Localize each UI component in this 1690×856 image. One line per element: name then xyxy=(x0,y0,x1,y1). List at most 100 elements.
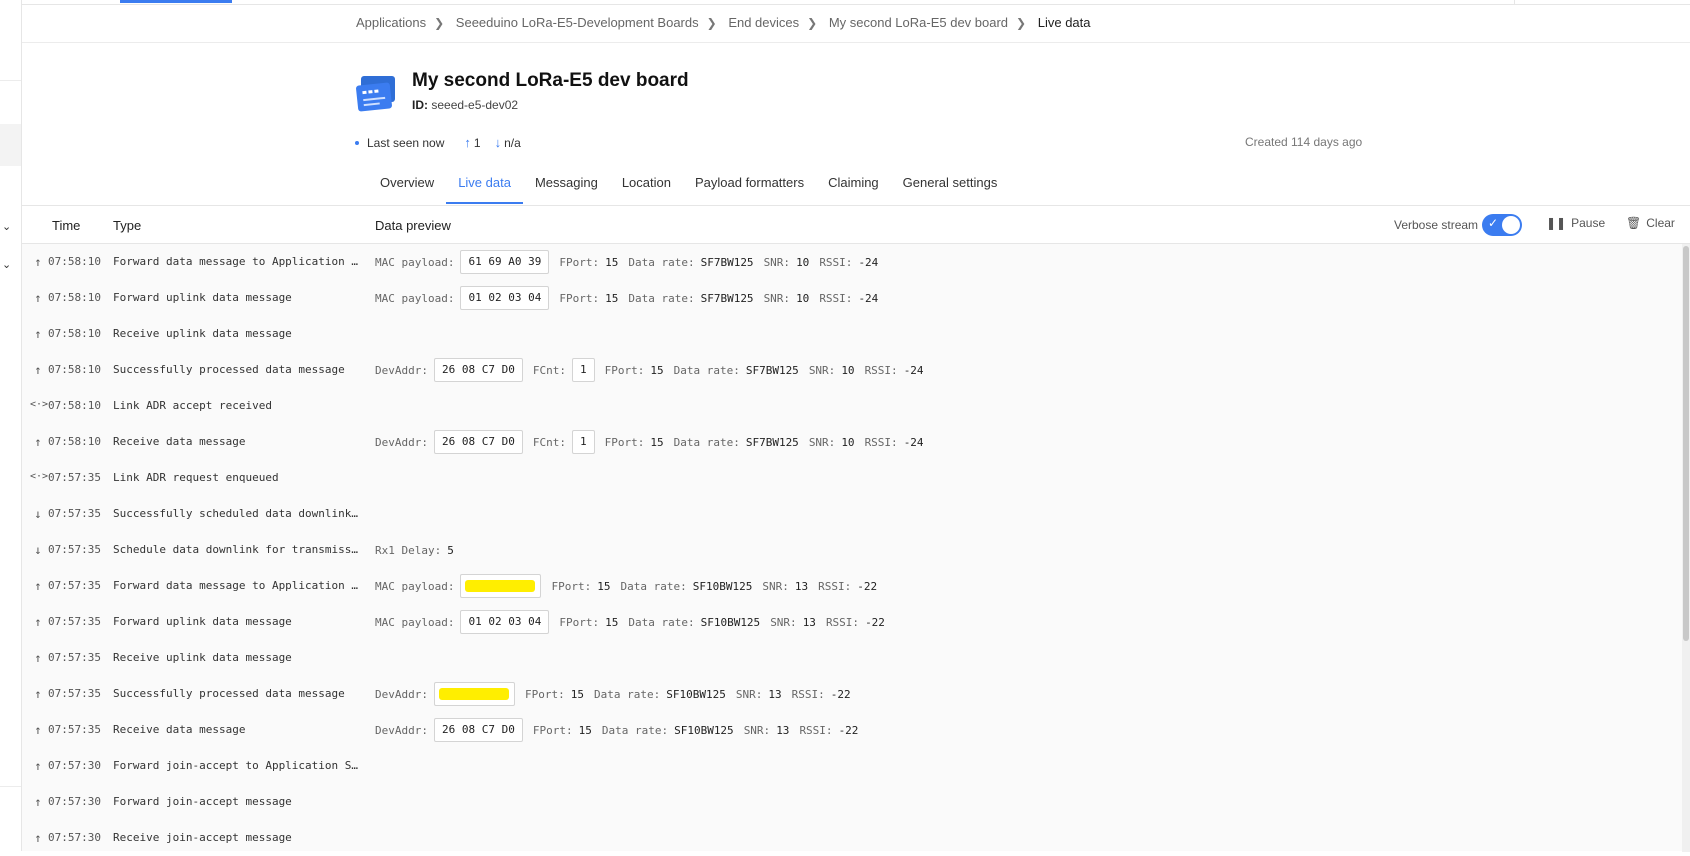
preview-key: SNR: xyxy=(808,435,836,449)
event-preview: MAC payload: 61 69 A0 39 FPort: 15 Data rate… xyxy=(375,248,888,276)
arrow-up-icon: ↑ xyxy=(34,363,42,377)
preview-key: RSSI: xyxy=(791,687,825,701)
chevron-down-icon[interactable]: ⌄ xyxy=(2,220,11,233)
preview-key: Data rate: xyxy=(628,615,695,629)
preview-key: Data rate: xyxy=(628,255,695,269)
chevron-right-icon: ❯ xyxy=(434,16,445,30)
table-row[interactable]: <·> 07:57:35 Link ADR request enqueued xyxy=(22,460,1690,496)
chevron-right-icon: ❯ xyxy=(807,16,818,30)
event-preview: MAC payload: FPort: 15 Data rate: SF10BW125 S… xyxy=(375,572,887,600)
tab-live-data[interactable]: Live data xyxy=(446,176,523,204)
preview-value: 15 xyxy=(597,579,611,593)
arrow-up-icon: ↑ xyxy=(34,435,42,449)
preview-value-box[interactable]: 01 02 03 04 xyxy=(460,610,550,634)
sidebar-divider xyxy=(0,80,21,81)
verbose-stream-toggle[interactable]: ✓ xyxy=(1482,214,1522,236)
table-row[interactable]: ↑ 07:57:35 Receive data message DevAddr: 26 … xyxy=(22,712,1690,748)
event-type: Receive data message xyxy=(113,723,246,736)
table-row[interactable]: ↓ 07:57:35 Successfully scheduled data dow… xyxy=(22,496,1690,532)
tab-claiming[interactable]: Claiming xyxy=(816,176,891,204)
preview-value: SF10BW125 xyxy=(666,687,726,701)
event-type: Receive join-accept message xyxy=(113,831,292,844)
breadcrumb-item-application[interactable]: Seeeduino LoRa-E5-Development Boards xyxy=(456,15,699,30)
event-type: Receive uplink data message xyxy=(113,327,292,340)
event-time: 07:57:35 xyxy=(48,615,101,628)
table-row[interactable]: ↑ 07:57:35 Successfully processed data mes… xyxy=(22,676,1690,712)
table-header: Time Type Data preview Verbose stream ✓ … xyxy=(22,206,1690,244)
preview-value: 5 xyxy=(447,543,454,557)
table-row[interactable]: ↑ 07:58:10 Receive data message DevAddr: 26 … xyxy=(22,424,1690,460)
table-row[interactable]: ↑ 07:57:35 Forward uplink data message MAC … xyxy=(22,604,1690,640)
preview-value-box[interactable]: 01 02 03 04 xyxy=(460,286,550,310)
preview-key: FPort: xyxy=(559,255,600,269)
tab-overview[interactable]: Overview xyxy=(368,176,446,204)
preview-key: SNR: xyxy=(735,687,763,701)
event-time: 07:58:10 xyxy=(48,399,101,412)
event-preview: DevAddr: 26 08 C7 D0 FCnt: 1 FPort: 15 Data ra… xyxy=(375,428,934,456)
preview-value: 13 xyxy=(768,687,782,701)
event-preview: Rx1 Delay: 5 xyxy=(375,536,464,564)
preview-key: FCnt: xyxy=(532,363,566,377)
breadcrumb-item-device[interactable]: My second LoRa-E5 dev board xyxy=(829,15,1008,30)
event-type: Link ADR request enqueued xyxy=(113,471,279,484)
table-row[interactable]: ↑ 07:57:35 Forward data message to Applica… xyxy=(22,568,1690,604)
table-row[interactable]: ↑ 07:57:30 Forward join-accept message xyxy=(22,784,1690,820)
preview-key: RSSI: xyxy=(864,363,898,377)
preview-value-box[interactable]: 26 08 C7 D0 xyxy=(433,358,523,382)
preview-key: Data rate: xyxy=(628,291,695,305)
pause-button[interactable]: ❚❚ Pause xyxy=(1546,216,1605,230)
table-row[interactable]: ↑ 07:58:10 Forward uplink data message MAC … xyxy=(22,280,1690,316)
arrow-up-icon: ↑ xyxy=(464,135,471,150)
table-row[interactable]: ↑ 07:57:35 Receive uplink data message xyxy=(22,640,1690,676)
event-type: Forward data message to Application Serv… xyxy=(113,579,361,592)
event-type: Forward data message to Application Serv… xyxy=(113,255,361,268)
device-tabs: Overview Live data Messaging Location Pa… xyxy=(368,176,1010,204)
event-type: Schedule data downlink for transmission … xyxy=(113,543,361,556)
created-date: Created 114 days ago xyxy=(1245,135,1363,149)
preview-value-box[interactable]: 26 08 C7 D0 xyxy=(433,430,523,454)
preview-value: -22 xyxy=(865,615,885,629)
arrow-up-icon: ↑ xyxy=(34,651,42,665)
preview-key: FPort: xyxy=(559,615,600,629)
scrollbar[interactable] xyxy=(1682,244,1690,852)
preview-key: FPort: xyxy=(551,579,592,593)
event-type: Forward uplink data message xyxy=(113,615,292,628)
chevron-right-icon: ❯ xyxy=(1016,16,1027,30)
preview-key: MAC payload: xyxy=(375,579,455,593)
table-row[interactable]: <·> 07:58:10 Link ADR accept received xyxy=(22,388,1690,424)
preview-value-box[interactable]: 26 08 C7 D0 xyxy=(433,718,523,742)
preview-value-box[interactable]: 1 xyxy=(571,430,595,454)
chevron-down-icon[interactable]: ⌄ xyxy=(2,258,11,271)
arrow-down-icon: ↓ xyxy=(34,543,42,557)
last-seen: Last seen now xyxy=(367,135,445,150)
preview-key: MAC payload: xyxy=(375,255,455,269)
preview-key: SNR: xyxy=(770,615,797,629)
table-row[interactable]: ↑ 07:58:10 Forward data message to Applica… xyxy=(22,244,1690,280)
preview-value: 10 xyxy=(841,363,855,377)
preview-value: -22 xyxy=(838,723,859,737)
table-row[interactable]: ↑ 07:58:10 Receive uplink data message xyxy=(22,316,1690,352)
clear-button[interactable]: 🗑 Clear xyxy=(1626,216,1675,230)
breadcrumb-item-end-devices[interactable]: End devices xyxy=(728,15,799,30)
table-row[interactable]: ↑ 07:57:30 Forward join-accept to Applicat… xyxy=(22,748,1690,784)
arrow-up-icon: ↑ xyxy=(34,687,42,701)
preview-value: 13 xyxy=(794,579,809,593)
tab-location[interactable]: Location xyxy=(610,176,683,204)
preview-value: -24 xyxy=(903,435,924,449)
tab-payload-formatters[interactable]: Payload formatters xyxy=(683,176,816,204)
event-preview: DevAddr: FPort: 15 Data rate: SF10BW125 SNR: 1… xyxy=(375,680,861,708)
preview-value: SF10BW125 xyxy=(674,723,734,737)
preview-value-box[interactable]: 61 69 A0 39 xyxy=(460,250,550,274)
scrollbar-thumb[interactable] xyxy=(1683,246,1689,641)
table-row[interactable]: ↑ 07:58:10 Successfully processed data mes… xyxy=(22,352,1690,388)
preview-key: SNR: xyxy=(808,363,836,377)
preview-value-box[interactable]: 1 xyxy=(571,358,595,382)
breadcrumb-item-applications[interactable]: Applications xyxy=(356,15,426,30)
tab-messaging[interactable]: Messaging xyxy=(523,176,610,204)
tab-general-settings[interactable]: General settings xyxy=(891,176,1010,204)
preview-key: DevAddr: xyxy=(375,687,428,701)
table-row[interactable]: ↓ 07:57:35 Schedule data downlink for tran… xyxy=(22,532,1690,568)
preview-key: SNR: xyxy=(743,723,771,737)
preview-key: Data rate: xyxy=(593,687,661,701)
sidebar-item-active[interactable] xyxy=(0,124,21,166)
